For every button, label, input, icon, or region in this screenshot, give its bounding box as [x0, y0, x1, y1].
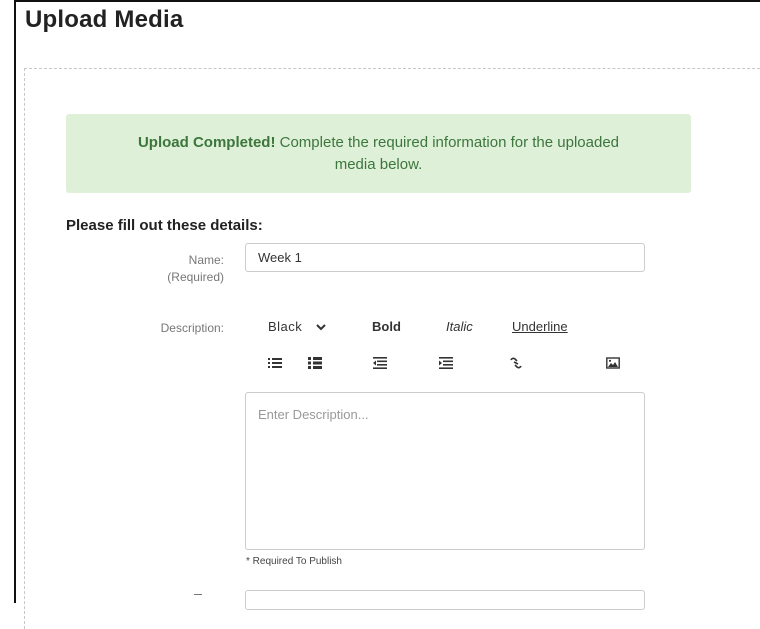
underline-button[interactable]: Underline [512, 319, 568, 334]
ordered-list-icon[interactable] [268, 357, 282, 369]
description-label: Description: [160, 321, 224, 335]
form-heading: Please fill out these details: [66, 217, 263, 234]
unordered-list-icon[interactable] [308, 357, 322, 369]
name-label-text: Name: [188, 253, 224, 267]
page-title: Upload Media [25, 6, 184, 33]
color-select-value: Black [268, 319, 303, 334]
color-select[interactable]: Black [268, 319, 326, 334]
italic-button[interactable]: Italic [446, 319, 473, 334]
chevron-down-icon [316, 324, 326, 331]
alert-strong-text: Upload Completed! [137, 134, 276, 151]
description-textarea[interactable]: Enter Description... [245, 392, 645, 550]
name-required-text: (Required) [167, 270, 224, 284]
image-icon[interactable] [606, 357, 620, 369]
link-icon[interactable] [509, 357, 523, 369]
bold-button[interactable]: Bold [372, 319, 401, 334]
next-field-input[interactable] [245, 590, 645, 610]
next-field-label [194, 594, 202, 595]
indent-icon[interactable] [439, 357, 453, 369]
upload-success-alert: Upload Completed! Complete the required … [66, 114, 691, 193]
alert-message: Complete the required information for th… [275, 134, 620, 173]
outdent-icon[interactable] [373, 357, 387, 369]
name-input[interactable]: Week 1 [245, 243, 645, 272]
name-label: Name: (Required) [64, 252, 224, 286]
required-hint: * Required To Publish [246, 556, 342, 567]
